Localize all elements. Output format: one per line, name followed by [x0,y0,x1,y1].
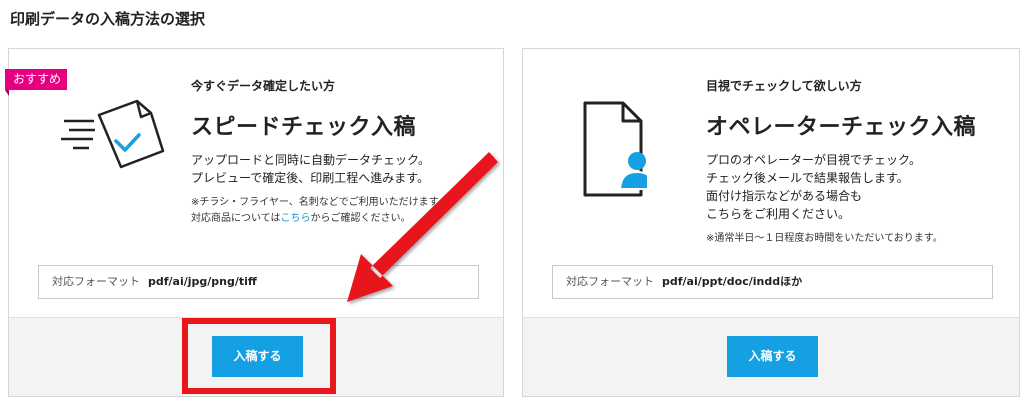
note-text: 対応商品については [191,213,281,224]
format-value: pdf/ai/ppt/doc/inddほか [662,275,803,288]
format-value: pdf/ai/jpg/png/tiff [148,275,257,288]
card-description: アップロードと同時に自動データチェック。 プレビューで確定後、印刷工程へ進みます… [191,151,430,187]
note-text: からご確認ください。 [310,213,411,224]
products-link[interactable]: こちら [281,213,311,224]
format-label: 対応フォーマット [52,275,140,288]
description-line: プロのオペレーターが目視でチェック。 [706,153,922,167]
card-title: スピードチェック入稿 [191,115,417,140]
note-line: ※チラシ・フライヤー、名刺などでご利用いただけます。 [191,197,448,208]
format-label: 対応フォーマット [566,275,654,288]
format-box: 対応フォーマット pdf/ai/ppt/doc/inddほか [552,265,993,299]
description-line: アップロードと同時に自動データチェック。 [191,153,431,167]
highlight-box-annotation [182,318,336,394]
card-title: オペレーターチェック入稿 [706,115,977,140]
description-line: プレビューで確定後、印刷工程へ進みます。 [191,171,430,185]
card-footer: 入稿する [523,317,1019,396]
note-line: 対応商品についてはこちらからご確認ください。 [191,211,448,227]
badge-fold [5,90,9,96]
operator-check-card: 目視でチェックして欲しい方 オペレーターチェック入稿 プロのオペレーターが目視で… [522,48,1020,397]
recommended-badge: おすすめ [5,69,68,90]
document-check-speed-icon [61,99,165,169]
card-note: ※通常半日～１日程度お時間をいただいております。 [706,233,943,244]
card-subtitle: 目視でチェックして欲しい方 [706,79,862,93]
operator-submit-button[interactable]: 入稿する [727,336,818,377]
card-note: ※チラシ・フライヤー、名刺などでご利用いただけます。 対応商品についてはこちらか… [191,195,448,227]
card-subtitle: 今すぐデータ確定したい方 [191,79,336,93]
card-description: プロのオペレーターが目視でチェック。 チェック後メールで結果報告します。 面付け… [706,151,921,223]
format-box: 対応フォーマット pdf/ai/jpg/png/tiff [38,265,479,299]
page-title: 印刷データの入稿方法の選択 [10,10,206,28]
description-line: こちらをご利用ください。 [706,207,851,221]
description-line: チェック後メールで結果報告します。 [706,171,909,185]
document-person-icon [583,101,647,197]
description-line: 面付け指示などがある場合も [706,189,863,203]
